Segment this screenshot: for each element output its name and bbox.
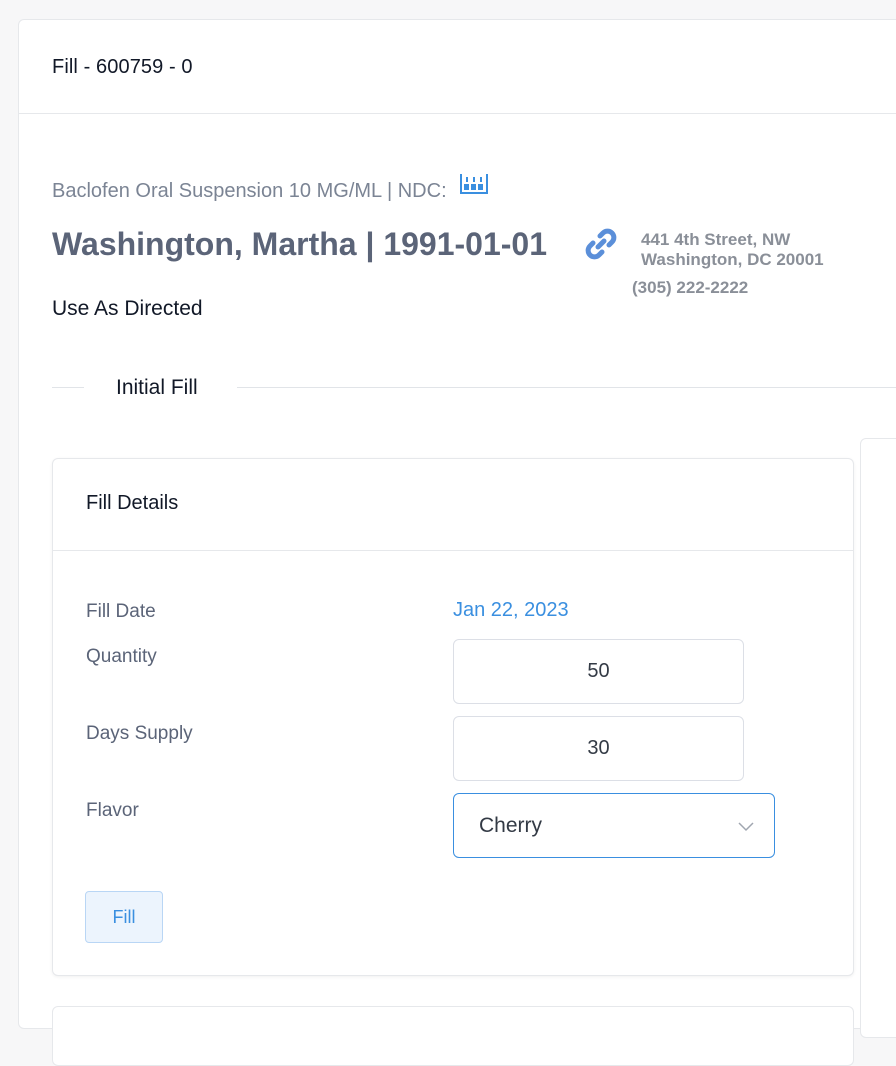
fill-date-value[interactable]: Jan 22, 2023 — [453, 599, 569, 622]
chevron-down-icon — [738, 819, 754, 832]
barcode-icon[interactable] — [459, 172, 489, 202]
side-card — [860, 438, 896, 1038]
days-supply-input[interactable] — [453, 716, 744, 781]
divider-right — [237, 387, 896, 388]
flavor-label: Flavor — [86, 800, 139, 821]
days-supply-label: Days Supply — [86, 723, 193, 744]
drug-description: Baclofen Oral Suspension 10 MG/ML | NDC: — [52, 179, 447, 202]
quantity-label: Quantity — [86, 646, 157, 667]
fill-details-card: Fill Details Fill Date Jan 22, 2023 Quan… — [52, 458, 854, 976]
drug-description-line: Baclofen Oral Suspension 10 MG/ML | NDC: — [52, 174, 489, 206]
fill-details-title: Fill Details — [86, 492, 179, 514]
flavor-select[interactable]: Cherry — [453, 793, 775, 858]
quantity-input[interactable] — [453, 639, 744, 704]
directions-text: Use As Directed — [52, 297, 203, 320]
fill-button[interactable]: Fill — [85, 891, 163, 943]
next-card — [52, 1006, 854, 1066]
link-icon[interactable] — [583, 226, 619, 262]
patient-address: 441 4th Street, NW Washington, DC 20001 — [641, 230, 824, 270]
fill-details-header: Fill Details — [53, 459, 853, 551]
panel-title: Fill - 600759 - 0 — [52, 56, 193, 78]
address-line-2: Washington, DC 20001 — [641, 250, 824, 269]
fill-panel: Fill - 600759 - 0 Baclofen Oral Suspensi… — [18, 19, 896, 1066]
patient-phone: (305) 222-2222 — [632, 278, 749, 297]
section-divider-label: Initial Fill — [116, 376, 198, 399]
patient-name-dob: Washington, Martha | 1991-01-01 — [52, 226, 547, 262]
flavor-selected-value: Cherry — [479, 814, 543, 837]
address-line-1: 441 4th Street, NW — [641, 230, 791, 249]
divider-left — [52, 387, 84, 388]
fill-date-label: Fill Date — [86, 601, 156, 622]
panel-header: Fill - 600759 - 0 — [19, 20, 896, 114]
